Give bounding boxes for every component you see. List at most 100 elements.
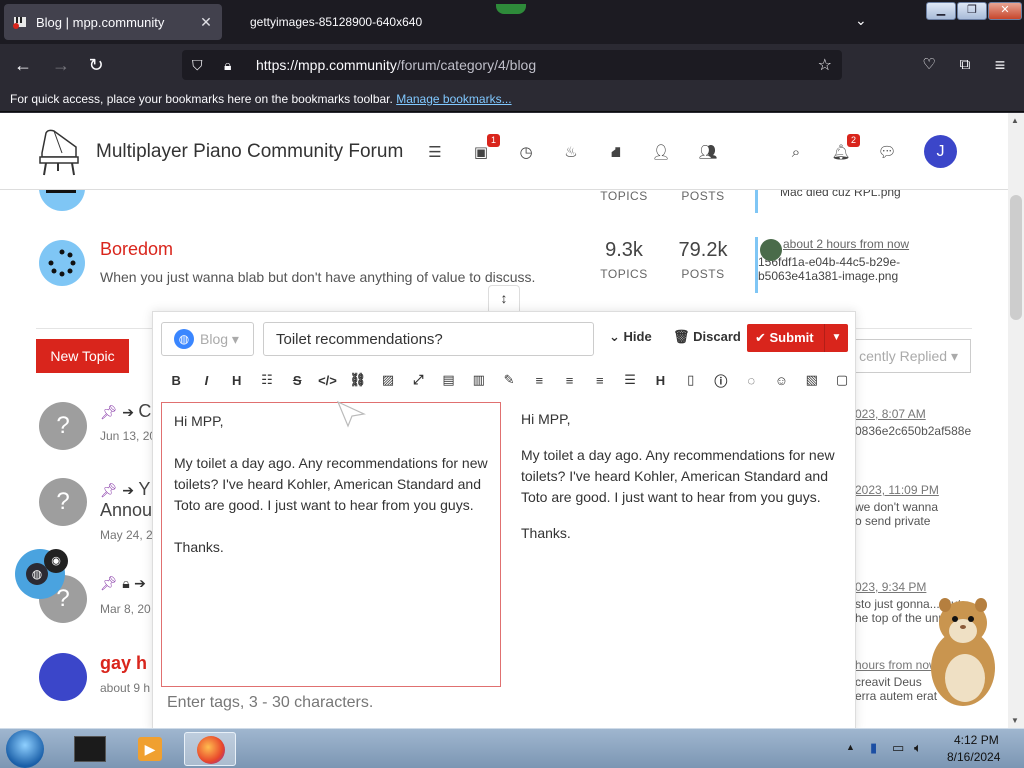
- scrollbar-thumb[interactable]: [1010, 195, 1022, 320]
- menu-hamburger-icon[interactable]: ≡: [989, 54, 1011, 76]
- topic-row-3[interactable]: 📌︎ 🔒︎ ➔: [100, 575, 146, 593]
- new-topic-button[interactable]: New Topic: [36, 339, 129, 373]
- pin-icon: 📌︎: [100, 404, 118, 420]
- tray-network-icon[interactable]: ▭: [892, 740, 904, 756]
- chat-icon[interactable]: 💬︎: [876, 142, 898, 164]
- recent-clock-icon[interactable]: ◷: [515, 142, 537, 164]
- card-icon[interactable]: ▤: [433, 372, 463, 388]
- strikethrough-icon[interactable]: S: [282, 373, 312, 388]
- categories-list-icon[interactable]: ☰: [424, 142, 446, 164]
- tray-expand-icon[interactable]: ▲: [846, 742, 855, 752]
- last-post-file-2[interactable]: b5063e41a381-image.png: [758, 269, 909, 283]
- hide-composer-button[interactable]: ⌄ Hide: [609, 329, 652, 345]
- list-icon[interactable]: ☷: [252, 372, 282, 388]
- topic-last-reply[interactable]: 2023, 11:09 PM we don't wanna o send priva…: [855, 483, 939, 528]
- list-all-tabs-icon[interactable]: ⌄: [855, 12, 867, 29]
- tab-inactive[interactable]: gettyimages-85128900-640x640: [250, 10, 450, 34]
- user-avatar-small[interactable]: [760, 239, 782, 261]
- sort-dropdown[interactable]: cently Replied ▾: [855, 339, 971, 373]
- emoji-icon[interactable]: ☺: [766, 373, 796, 388]
- align-left-icon[interactable]: ≡: [524, 373, 554, 388]
- notifications-bell-icon[interactable]: 🔔︎ 2: [830, 134, 860, 164]
- lock-icon[interactable]: 🔒︎: [224, 57, 242, 74]
- post-editor-textarea[interactable]: Hi MPP, My toilet a day ago. Any recomme…: [161, 402, 501, 687]
- tab-close-icon[interactable]: ✕: [198, 14, 214, 31]
- topic-title-input[interactable]: [263, 322, 594, 356]
- scroll-up-icon[interactable]: ▲: [1011, 116, 1019, 125]
- topic-row-2[interactable]: 📌︎ ➔ Y Annou: [100, 479, 152, 521]
- file-icon[interactable]: ▯: [676, 372, 706, 388]
- category-icon-boredom[interactable]: [39, 240, 85, 286]
- start-button[interactable]: [6, 730, 44, 768]
- topic-avatar[interactable]: [39, 653, 87, 701]
- category-selector[interactable]: ◍ Blog ▾: [161, 322, 254, 356]
- taskbar-app-media-player[interactable]: ▶: [124, 732, 176, 766]
- last-post-file[interactable]: 156fdf1a-e04b-44c5-b29e-: [758, 255, 909, 269]
- topic-last-reply[interactable]: 023, 8:07 AM 0836e2c650b2af588e: [855, 407, 971, 438]
- chart-icon[interactable]: ▥: [464, 372, 494, 388]
- last-post-time[interactable]: about 2 hours from now: [783, 237, 909, 251]
- pen-icon[interactable]: ✎: [494, 372, 524, 388]
- window-minimize-button[interactable]: ▁: [926, 2, 956, 20]
- reload-icon[interactable]: ↻: [85, 54, 107, 76]
- image-upload-icon[interactable]: ▧: [797, 372, 827, 388]
- scroll-down-icon[interactable]: ▼: [1011, 716, 1019, 725]
- window-close-button[interactable]: ✕: [988, 2, 1022, 20]
- search-icon[interactable]: ⌕: [785, 142, 807, 164]
- discard-button[interactable]: 🗑︎ Discard: [673, 329, 741, 345]
- category-title-boredom[interactable]: Boredom: [100, 239, 173, 260]
- topic-avatar[interactable]: ?: [39, 402, 87, 450]
- bookmark-star-icon[interactable]: ☆: [818, 55, 832, 75]
- topic-title-gay[interactable]: gay h: [100, 653, 147, 674]
- align-center-icon[interactable]: ≡: [554, 373, 584, 388]
- url-text[interactable]: https://mpp.community/forum/category/4/b…: [256, 57, 818, 73]
- eye-icon[interactable]: ◉: [44, 549, 68, 573]
- tags-icon[interactable]: ⛘: [605, 142, 627, 164]
- align-right-icon[interactable]: ≡: [585, 373, 615, 388]
- popular-fire-icon[interactable]: ♨: [560, 142, 582, 164]
- tags-input[interactable]: Enter tags, 3 - 30 characters.: [167, 694, 567, 720]
- window-restore-button[interactable]: ❐: [957, 2, 987, 20]
- submit-options-caret-icon[interactable]: ▼: [824, 324, 848, 352]
- site-title[interactable]: Multiplayer Piano Community Forum: [96, 141, 403, 163]
- shield-icon[interactable]: ⛉: [192, 57, 210, 74]
- code-icon[interactable]: </>: [312, 373, 342, 388]
- tray-app-icon[interactable]: ▮: [870, 740, 877, 756]
- heading-icon[interactable]: H: [222, 373, 252, 388]
- copy-icon[interactable]: ▢: [827, 372, 857, 388]
- tab-active[interactable]: Blog | mpp.community ✕: [4, 4, 222, 40]
- italic-icon[interactable]: I: [191, 373, 221, 388]
- user-icon[interactable]: 👤︎: [650, 142, 672, 164]
- pocket-icon[interactable]: ♡: [918, 54, 940, 76]
- image-icon[interactable]: ▨: [373, 372, 403, 388]
- back-arrow-icon[interactable]: ←: [12, 54, 34, 76]
- grand-piano-logo-icon[interactable]: [36, 127, 80, 177]
- groups-icon[interactable]: 👥︎: [697, 142, 719, 164]
- inbox-icon[interactable]: ▣ 1: [470, 134, 500, 164]
- topic-avatar[interactable]: ?: [39, 478, 87, 526]
- forward-arrow-icon[interactable]: →: [50, 54, 72, 76]
- user-avatar[interactable]: J: [924, 135, 957, 168]
- bold-icon[interactable]: B: [161, 373, 191, 388]
- link-icon[interactable]: ⛓: [343, 372, 373, 388]
- taskbar-app-terminal[interactable]: [64, 732, 116, 766]
- piano-favicon-icon: [13, 17, 26, 29]
- hide-preview-icon[interactable]: ◌: [736, 373, 766, 388]
- extensions-icon[interactable]: ⧉: [954, 54, 976, 76]
- heading-alt-icon[interactable]: H: [645, 373, 675, 388]
- composer-resize-handle[interactable]: ↕: [488, 285, 520, 311]
- url-bar[interactable]: ⛉ 🔒︎ https://mpp.community/forum/categor…: [182, 50, 842, 80]
- arrow-circle-icon: ➔: [122, 404, 134, 420]
- arrow-circle-icon: ➔: [134, 575, 146, 591]
- topic-row-1[interactable]: 📌︎ ➔ C: [100, 401, 151, 422]
- tray-volume-icon[interactable]: 🔈︎: [914, 740, 922, 756]
- clock-date[interactable]: 8/16/2024: [947, 750, 1000, 764]
- expand-icon[interactable]: ⤢: [403, 372, 433, 388]
- info-icon[interactable]: ⓘ: [706, 371, 736, 390]
- last-post-boredom[interactable]: about 2 hours from now 156fdf1a-e04b-44c…: [755, 237, 909, 293]
- manage-bookmarks-link[interactable]: Manage bookmarks...: [396, 92, 511, 106]
- justify-icon[interactable]: ☰: [615, 372, 645, 388]
- submit-button[interactable]: ✔ Submit ▼: [747, 324, 848, 352]
- taskbar-app-firefox[interactable]: [184, 732, 236, 766]
- clock-time[interactable]: 4:12 PM: [954, 733, 999, 747]
